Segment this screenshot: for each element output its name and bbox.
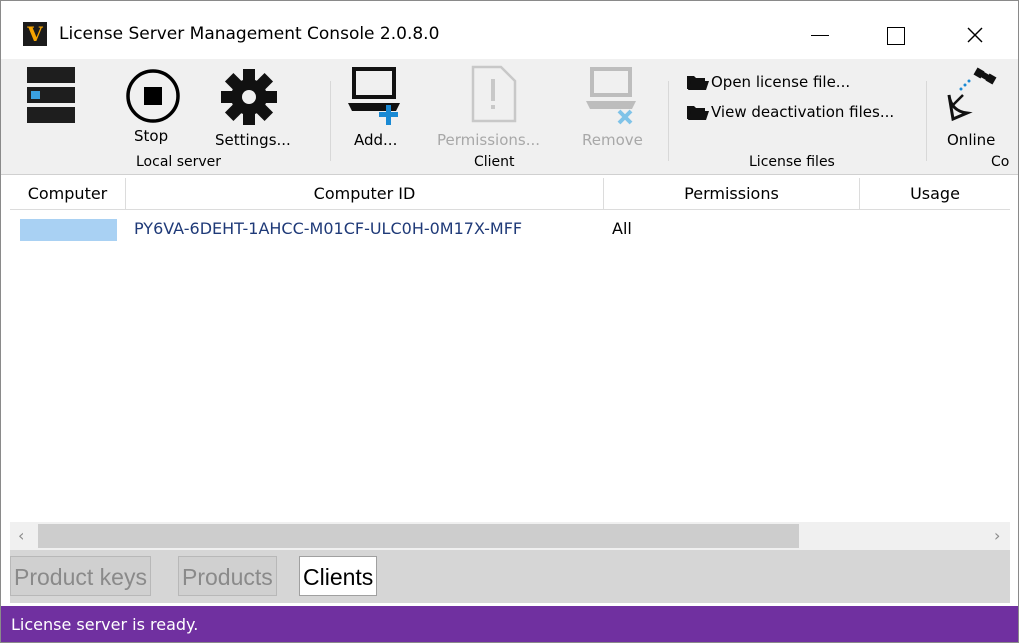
app-logo-icon: V — [23, 22, 47, 46]
ribbon-separator — [668, 81, 669, 161]
open-license-file-label: Open license file... — [711, 73, 851, 91]
open-license-file-link[interactable]: Open license file... — [687, 73, 850, 91]
online-button[interactable] — [945, 67, 1001, 123]
remove-client-button[interactable] — [586, 67, 640, 127]
close-icon — [967, 27, 983, 43]
clients-table-header: Computer Computer ID Permissions Usage — [10, 178, 1010, 210]
column-header-permissions[interactable]: Permissions — [604, 178, 860, 210]
connection-group-label: Co — [991, 154, 1010, 170]
online-label[interactable]: Online — [947, 131, 995, 149]
settings-button[interactable] — [219, 67, 279, 127]
view-deactivation-files-label: View deactivation files... — [711, 103, 895, 121]
ribbon-separator — [330, 81, 331, 161]
settings-label[interactable]: Settings... — [215, 131, 291, 149]
folder-open-icon — [687, 74, 709, 90]
document-exclamation-icon — [471, 65, 517, 123]
stop-icon — [126, 69, 180, 123]
add-client-button[interactable] — [348, 67, 404, 127]
license-files-group-label: License files — [749, 154, 835, 170]
ribbon-toolbar: Stop Settings... Local server Add... Per… — [1, 59, 1018, 175]
title-bar[interactable]: V License Server Management Console 2.0.… — [1, 1, 1018, 59]
status-text: License server is ready. — [11, 615, 199, 634]
horizontal-scrollbar[interactable]: ‹ › — [10, 522, 1010, 550]
client-group-label: Client — [474, 154, 515, 170]
computer-cell — [20, 219, 117, 241]
permissions-button[interactable] — [469, 65, 519, 125]
folder-open-icon — [687, 104, 709, 120]
permissions-label[interactable]: Permissions... — [437, 131, 540, 149]
stop-button[interactable] — [124, 67, 182, 125]
column-header-computer-id[interactable]: Computer ID — [126, 178, 604, 210]
table-row[interactable]: PY6VA-6DEHT-1AHCC-M01CF-ULC0H-0M17X-MFF … — [10, 212, 1010, 246]
gear-icon — [221, 69, 277, 125]
tab-bar: Product keys Products Clients — [10, 550, 1010, 603]
server-status-button[interactable] — [25, 65, 77, 125]
maximize-button[interactable] — [871, 15, 917, 55]
view-deactivation-files-link[interactable]: View deactivation files... — [687, 103, 894, 121]
window-title: License Server Management Console 2.0.8.… — [59, 24, 440, 44]
column-header-usage[interactable]: Usage — [860, 178, 1010, 210]
scrollbar-thumb[interactable] — [38, 524, 799, 548]
close-button[interactable] — [951, 15, 997, 55]
local-server-group-label: Local server — [136, 154, 222, 170]
add-label[interactable]: Add... — [354, 131, 397, 149]
tab-product-keys[interactable]: Product keys — [10, 556, 151, 596]
status-bar: License server is ready. — [1, 606, 1018, 642]
ribbon-separator — [926, 81, 927, 161]
column-header-computer[interactable]: Computer — [10, 178, 126, 210]
app-window: V License Server Management Console 2.0.… — [0, 0, 1019, 643]
laptop-add-icon — [348, 67, 400, 125]
laptop-remove-icon — [586, 67, 636, 125]
remove-label[interactable]: Remove — [582, 131, 643, 149]
tab-clients[interactable]: Clients — [299, 556, 378, 596]
server-icon — [27, 67, 75, 123]
scroll-right-arrow-icon[interactable]: › — [994, 526, 1000, 545]
permissions-cell: All — [612, 219, 632, 238]
scroll-left-arrow-icon[interactable]: ‹ — [18, 526, 24, 545]
tab-products[interactable]: Products — [178, 556, 277, 596]
computer-id-cell: PY6VA-6DEHT-1AHCC-M01CF-ULC0H-0M17X-MFF — [134, 219, 523, 238]
satellite-icon — [947, 67, 997, 122]
stop-label[interactable]: Stop — [134, 127, 168, 145]
minimize-button[interactable] — [797, 15, 843, 55]
